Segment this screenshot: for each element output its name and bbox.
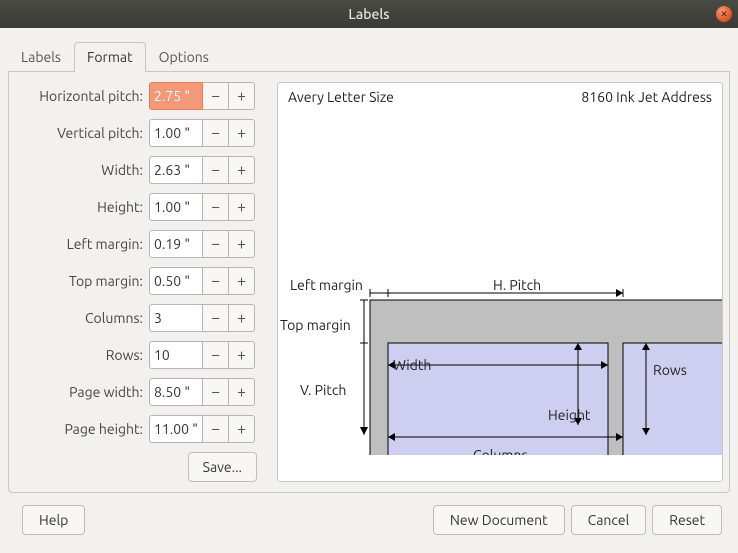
diagram-vpitch-label: V. Pitch — [300, 382, 346, 398]
format-form: Horizontal pitch: − + Vertical pitch: − … — [15, 82, 265, 482]
pageh-input[interactable] — [149, 415, 203, 443]
diagram-width-label: Width — [393, 357, 431, 373]
cols-decrement[interactable]: − — [203, 304, 229, 332]
reset-button[interactable]: Reset — [652, 505, 722, 535]
width-stepper: − + — [149, 156, 255, 184]
close-icon[interactable]: ✕ — [716, 6, 732, 22]
hpitch-stepper: − + — [149, 82, 255, 110]
diagram-leftmargin-label: Left margin — [290, 277, 363, 293]
help-button[interactable]: Help — [22, 505, 85, 535]
pageh-stepper: − + — [149, 415, 255, 443]
lmargin-decrement[interactable]: − — [203, 230, 229, 258]
rows-decrement[interactable]: − — [203, 341, 229, 369]
width-decrement[interactable]: − — [203, 156, 229, 184]
hpitch-label: Horizontal pitch: — [15, 88, 149, 104]
save-button[interactable]: Save... — [188, 452, 257, 482]
preview-type: 8160 Ink Jet Address — [581, 89, 712, 105]
tab-bar: Labels Format Options — [8, 36, 730, 72]
pagew-increment[interactable]: + — [229, 378, 255, 406]
cols-label: Columns: — [15, 310, 149, 326]
width-input[interactable] — [149, 156, 203, 184]
diagram-hpitch-label: H. Pitch — [493, 277, 541, 293]
tmargin-stepper: − + — [149, 267, 255, 295]
pageh-decrement[interactable]: − — [203, 415, 229, 443]
pagew-decrement[interactable]: − — [203, 378, 229, 406]
height-label: Height: — [15, 199, 149, 215]
lmargin-increment[interactable]: + — [229, 230, 255, 258]
pageh-label: Page height: — [15, 421, 149, 437]
hpitch-decrement[interactable]: − — [203, 82, 229, 110]
lmargin-stepper: − + — [149, 230, 255, 258]
width-increment[interactable]: + — [229, 156, 255, 184]
rows-stepper: − + — [149, 341, 255, 369]
vpitch-decrement[interactable]: − — [203, 119, 229, 147]
label-preview: Avery Letter Size 8160 Ink Jet Address — [277, 82, 723, 482]
hpitch-input[interactable] — [149, 82, 203, 110]
tmargin-input[interactable] — [149, 267, 203, 295]
cancel-button[interactable]: Cancel — [571, 505, 647, 535]
new-document-button[interactable]: New Document — [433, 505, 565, 535]
rows-increment[interactable]: + — [229, 341, 255, 369]
height-increment[interactable]: + — [229, 193, 255, 221]
tab-panel-format: Horizontal pitch: − + Vertical pitch: − … — [8, 72, 730, 493]
lmargin-input[interactable] — [149, 230, 203, 258]
pagew-input[interactable] — [149, 378, 203, 406]
dialog-footer: Help New Document Cancel Reset — [8, 493, 730, 543]
cols-increment[interactable]: + — [229, 304, 255, 332]
diagram-columns-label: Columns — [473, 447, 528, 455]
height-input[interactable] — [149, 193, 203, 221]
tab-options[interactable]: Options — [146, 42, 222, 72]
width-label: Width: — [15, 162, 149, 178]
tmargin-label: Top margin: — [15, 273, 149, 289]
height-stepper: − + — [149, 193, 255, 221]
window-titlebar: Labels ✕ — [0, 0, 738, 28]
rows-label: Rows: — [15, 347, 149, 363]
window-title: Labels — [348, 6, 389, 22]
tmargin-decrement[interactable]: − — [203, 267, 229, 295]
tmargin-increment[interactable]: + — [229, 267, 255, 295]
vpitch-increment[interactable]: + — [229, 119, 255, 147]
hpitch-increment[interactable]: + — [229, 82, 255, 110]
pageh-increment[interactable]: + — [229, 415, 255, 443]
diagram-topmargin-label: Top margin — [280, 317, 351, 333]
vpitch-label: Vertical pitch: — [15, 125, 149, 141]
preview-brand: Avery Letter Size — [288, 89, 394, 105]
cols-stepper: − + — [149, 304, 255, 332]
label-diagram: Left margin H. Pitch Top margin V. Pitch… — [278, 115, 723, 455]
dialog-content: Labels Format Options Horizontal pitch: … — [0, 28, 738, 551]
vpitch-input[interactable] — [149, 119, 203, 147]
tab-labels[interactable]: Labels — [8, 42, 74, 72]
rows-input[interactable] — [149, 341, 203, 369]
vpitch-stepper: − + — [149, 119, 255, 147]
cols-input[interactable] — [149, 304, 203, 332]
pagew-stepper: − + — [149, 378, 255, 406]
lmargin-label: Left margin: — [15, 236, 149, 252]
tab-format[interactable]: Format — [74, 42, 146, 72]
diagram-rows-label: Rows — [653, 362, 687, 378]
height-decrement[interactable]: − — [203, 193, 229, 221]
diagram-height-label: Height — [548, 407, 591, 423]
pagew-label: Page width: — [15, 384, 149, 400]
